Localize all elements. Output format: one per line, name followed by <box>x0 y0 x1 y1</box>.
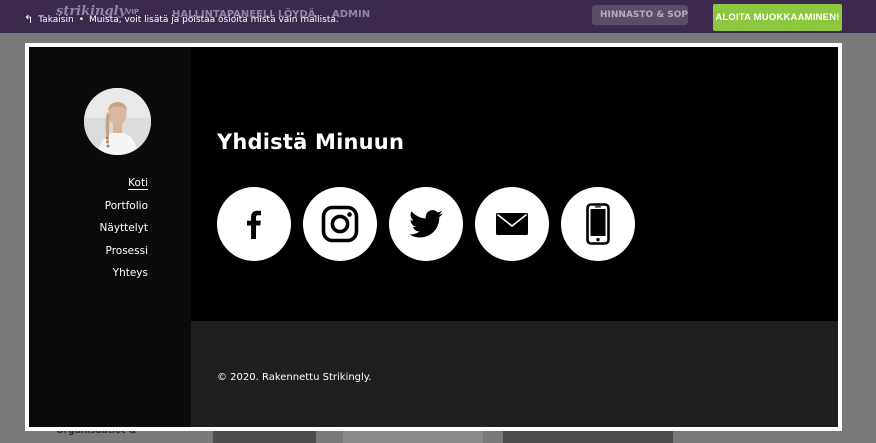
hint-text: Muista, voit lisätä ja poistaa osioita m… <box>89 14 339 25</box>
phone-icon <box>586 203 610 245</box>
site-nav-label: Koti <box>128 177 148 190</box>
site-nav-item-yhteys[interactable]: Yhteys <box>100 265 148 288</box>
back-link[interactable]: Takaisin <box>38 15 74 25</box>
start-editing-button[interactable]: ALOITA MUOKKAAMINEN! <box>713 4 842 31</box>
instagram-link[interactable] <box>303 187 377 261</box>
email-icon <box>496 213 528 235</box>
background-pricing-button: HINNASTO & SOPI <box>592 5 688 25</box>
site-sidebar: Koti Portfolio Näyttelyt Prosessi Yhteys <box>29 47 191 427</box>
back-arrow-icon[interactable]: ↰ <box>24 14 33 25</box>
facebook-link[interactable] <box>217 187 291 261</box>
phone-link[interactable] <box>561 187 635 261</box>
template-site: Koti Portfolio Näyttelyt Prosessi Yhteys… <box>29 47 838 427</box>
footer-copyright: © 2020. Rakennettu Strikingly. <box>217 372 372 383</box>
profile-photo <box>84 88 151 155</box>
site-nav-label: Portfolio <box>104 199 148 212</box>
site-nav-label: Yhteys <box>112 267 148 279</box>
site-footer: © 2020. Rakennettu Strikingly. <box>191 321 838 427</box>
template-hint-bar: ↰ Takaisin • Muista, voit lisätä ja pois… <box>24 14 339 25</box>
site-nav-item-nayttelyt[interactable]: Näyttelyt <box>100 220 148 243</box>
instagram-icon <box>321 205 359 243</box>
contact-section: Yhdistä Minuun <box>191 47 838 321</box>
twitter-icon <box>409 210 443 238</box>
section-title: Yhdistä Minuun <box>217 130 405 154</box>
hint-separator: • <box>78 14 85 25</box>
site-nav-label: Näyttelyt <box>99 222 148 234</box>
profile-avatar <box>84 88 151 155</box>
template-preview-frame: Koti Portfolio Näyttelyt Prosessi Yhteys… <box>25 43 842 431</box>
facebook-icon <box>247 210 261 239</box>
email-link[interactable] <box>475 187 549 261</box>
site-nav-item-portfolio[interactable]: Portfolio <box>100 198 148 221</box>
site-nav-menu: Koti Portfolio Näyttelyt Prosessi Yhteys <box>100 175 148 288</box>
social-links <box>217 187 635 261</box>
site-nav-item-koti[interactable]: Koti <box>100 175 148 198</box>
site-nav-item-prosessi[interactable]: Prosessi <box>100 243 148 266</box>
twitter-link[interactable] <box>389 187 463 261</box>
site-nav-label: Prosessi <box>105 244 148 257</box>
